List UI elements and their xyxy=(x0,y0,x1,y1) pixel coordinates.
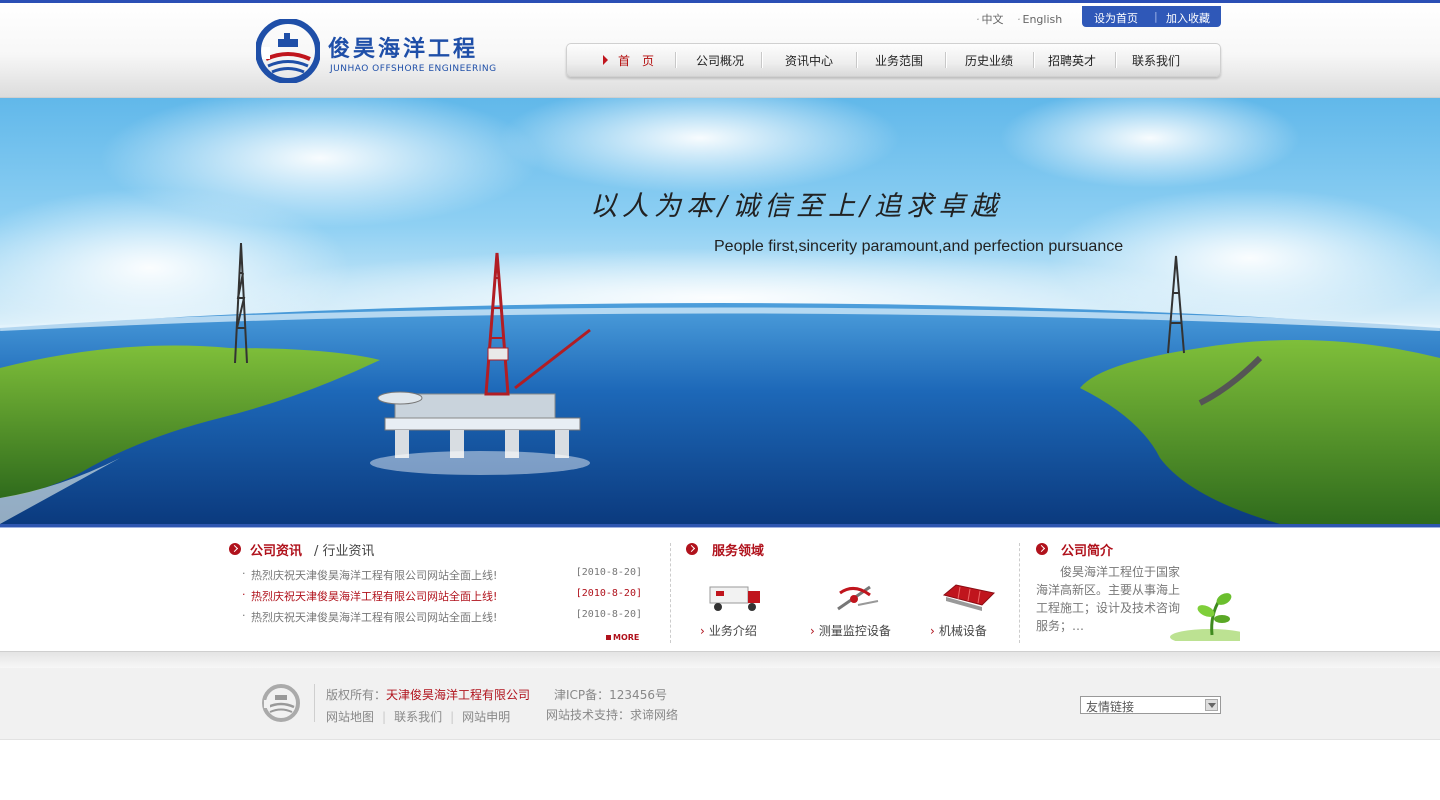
about-section-title[interactable]: 公司简介 xyxy=(1061,540,1113,559)
news-item[interactable]: · 热烈庆祝天津俊昊海洋工程有限公司网站全面上线! [2010-8-20] xyxy=(242,609,642,625)
section-divider xyxy=(670,543,671,643)
news-item[interactable]: · 热烈庆祝天津俊昊海洋工程有限公司网站全面上线! [2010-8-20] xyxy=(242,588,642,604)
nav-divider xyxy=(1115,52,1116,68)
friend-links-selected-value: 友情链接 xyxy=(1086,700,1135,714)
tech-support-text: 网站技术支持：求谛网络 xyxy=(546,708,679,722)
nav-divider xyxy=(761,52,762,68)
lang-chinese-link[interactable]: · 中文 xyxy=(976,13,1004,26)
nav-item-business-scope[interactable]: 业务范围 xyxy=(875,52,923,69)
footer: 版权所有：天津俊昊海洋工程有限公司 津ICP备：123456号 网站地图 | 联系我… xyxy=(0,668,1440,740)
service-label-business[interactable]: 业务介绍 xyxy=(700,622,757,639)
measurement-instrument-icon xyxy=(837,585,879,611)
company-name: 天津俊昊海洋工程有限公司 xyxy=(386,688,531,702)
nav-item-news-center[interactable]: 资讯中心 xyxy=(785,52,833,69)
footer-link-sitemap[interactable]: 网站地图 xyxy=(326,710,374,724)
banner-slogan-english: People first,sincerity paramount,and per… xyxy=(714,238,1124,255)
industry-news-tab[interactable]: / 行业资讯 xyxy=(314,540,375,559)
footer-link-statement[interactable]: 网站申明 xyxy=(462,710,510,724)
news-more-link[interactable]: MORE xyxy=(606,633,639,642)
nav-active-arrow-icon xyxy=(603,55,608,65)
lang-english-link[interactable]: · English xyxy=(1017,13,1062,26)
nav-item-careers[interactable]: 招聘英才 xyxy=(1048,52,1096,69)
news-section-title[interactable]: 公司资讯 xyxy=(250,540,302,559)
nav-item-history[interactable]: 历史业绩 xyxy=(965,52,1013,69)
footer-links: 网站地图 | 联系我们 | 网站申明 xyxy=(326,708,510,725)
hero-banner: 以人为本/诚信至上/追求卓越 People first,sincerity pa… xyxy=(0,98,1440,524)
footer-link-divider: | xyxy=(382,710,387,724)
banner-bottom-border xyxy=(0,524,1440,528)
set-homepage-link[interactable]: 设为首页 xyxy=(1094,10,1138,26)
about-summary-text: 俊昊海洋工程位于国家海洋高新区。主要从事海上工程施工；设计及技术咨询服务；… xyxy=(1036,565,1181,633)
service-item-machinery[interactable]: 机械设备 xyxy=(930,581,1040,641)
nav-divider xyxy=(1033,52,1034,68)
news-bullet-icon: · xyxy=(242,609,246,622)
news-item-date: [2010-8-20] xyxy=(575,609,642,620)
news-item-date: [2010-8-20] xyxy=(575,567,642,578)
company-logo[interactable]: 俊昊海洋工程 JUNHAO OFFSHORE ENGINEERING xyxy=(256,19,506,85)
service-item-measurement[interactable]: 测量监控设备 xyxy=(810,581,920,641)
icp-record: 津ICP备：123456号 xyxy=(554,688,667,702)
news-item-date: [2010-8-20] xyxy=(575,588,642,599)
nav-item-home[interactable]: 首 页 xyxy=(618,52,654,69)
news-item[interactable]: · 热烈庆祝天津俊昊海洋工程有限公司网站全面上线! [2010-8-20] xyxy=(242,567,642,583)
footer-logo-icon xyxy=(262,684,300,722)
copyright-label: 版权所有： xyxy=(326,688,387,702)
quick-links-divider: | xyxy=(1154,10,1158,23)
logo-english-name: JUNHAO OFFSHORE ENGINEERING xyxy=(330,64,497,74)
main-nav: 首 页 公司概况 资讯中心 业务范围 历史业绩 招聘英才 联系我们 xyxy=(566,43,1221,77)
nav-divider xyxy=(856,52,857,68)
logo-chinese-name: 俊昊海洋工程 xyxy=(328,37,479,62)
news-item-title[interactable]: 热烈庆祝天津俊昊海洋工程有限公司网站全面上线! xyxy=(251,567,497,583)
banner-slogan-chinese: 以人为本/诚信至上/追求卓越 xyxy=(590,191,1003,222)
chevron-down-icon[interactable] xyxy=(1205,699,1218,711)
nav-divider xyxy=(675,52,676,68)
machinery-icon xyxy=(942,584,996,611)
copyright-text: 版权所有：天津俊昊海洋工程有限公司 xyxy=(326,686,530,703)
section-divider xyxy=(1019,543,1020,643)
logo-mark-icon xyxy=(256,19,320,83)
service-label-machinery[interactable]: 机械设备 xyxy=(930,622,987,639)
service-item-business[interactable]: 业务介绍 xyxy=(696,581,806,641)
content-area: 公司资讯 / 行业资讯 · 热烈庆祝天津俊昊海洋工程有限公司网站全面上线! [2… xyxy=(0,529,1440,651)
nav-item-company-overview[interactable]: 公司概况 xyxy=(696,52,744,69)
ocean-scene-illustration xyxy=(0,98,1440,524)
services-section-arrow-icon xyxy=(686,543,698,555)
news-item-title[interactable]: 热烈庆祝天津俊昊海洋工程有限公司网站全面上线! xyxy=(251,588,497,604)
about-section-arrow-icon xyxy=(1036,543,1048,555)
content-bottom-border xyxy=(0,651,1440,668)
news-item-title[interactable]: 热烈庆祝天津俊昊海洋工程有限公司网站全面上线! xyxy=(251,609,497,625)
footer-divider xyxy=(314,684,315,722)
add-favorite-link[interactable]: 加入收藏 xyxy=(1166,10,1210,26)
news-section-arrow-icon xyxy=(229,543,241,555)
quick-links-bar: 设为首页 | 加入收藏 xyxy=(1082,6,1221,27)
nav-divider xyxy=(945,52,946,68)
friend-links-select[interactable]: 友情链接 xyxy=(1080,696,1221,714)
service-label-measurement[interactable]: 测量监控设备 xyxy=(810,622,891,639)
nav-item-contact[interactable]: 联系我们 xyxy=(1132,52,1180,69)
services-section-title[interactable]: 服务领域 xyxy=(712,540,764,559)
language-switcher: · 中文 · English xyxy=(976,11,1072,27)
header: 俊昊海洋工程 JUNHAO OFFSHORE ENGINEERING · 中文 ·… xyxy=(0,3,1440,98)
footer-link-divider: | xyxy=(450,710,455,724)
news-bullet-icon: · xyxy=(242,567,246,580)
news-bullet-icon: · xyxy=(242,588,246,601)
footer-link-contact[interactable]: 联系我们 xyxy=(394,710,442,724)
truck-icon xyxy=(709,586,760,611)
